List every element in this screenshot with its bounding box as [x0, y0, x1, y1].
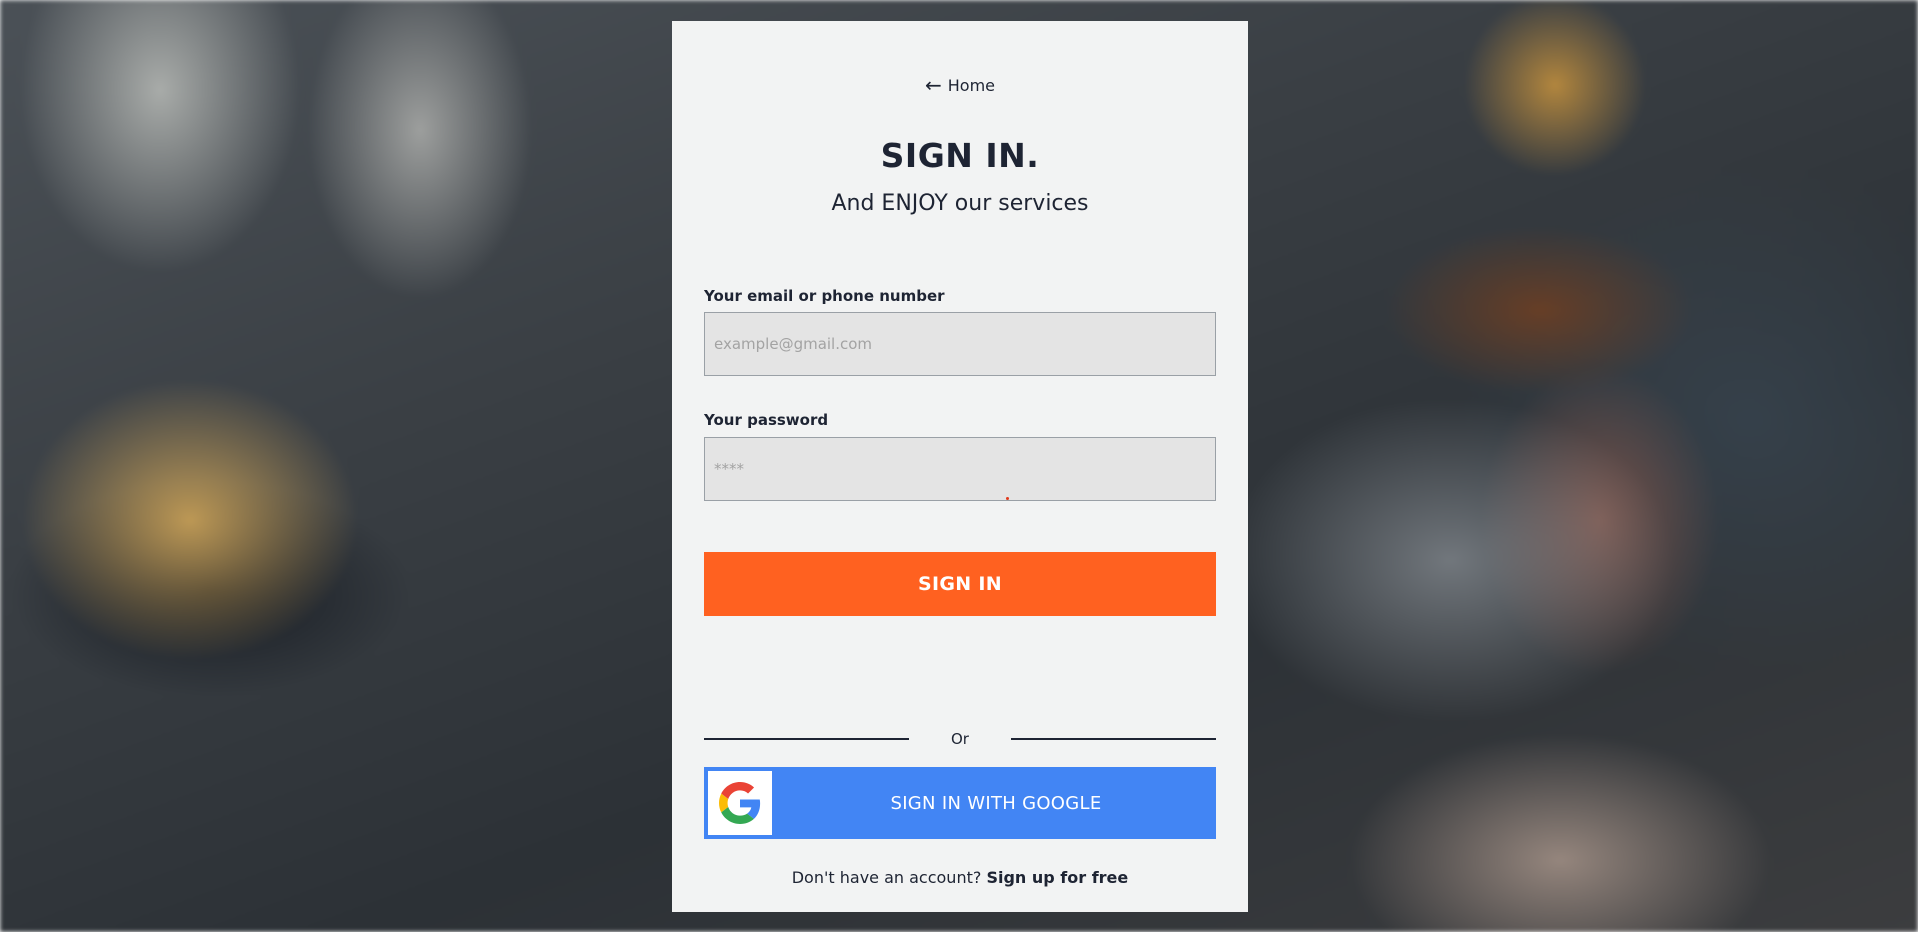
or-divider: Or [704, 729, 1216, 749]
form-error-indicator [1006, 497, 1009, 500]
sign-in-card: ← Home SIGN IN. And ENJOY our services Yo… [672, 21, 1248, 912]
password-field[interactable] [704, 437, 1216, 501]
google-sign-in-button[interactable]: SIGN IN WITH GOOGLE [704, 767, 1216, 839]
google-sign-in-label: SIGN IN WITH GOOGLE [890, 792, 1102, 814]
email-field[interactable] [704, 312, 1216, 376]
google-icon [719, 782, 761, 824]
password-label: Your password [704, 411, 829, 429]
email-label: Your email or phone number [704, 287, 945, 305]
signup-row: Don't have an account? Sign up for free [672, 867, 1248, 889]
signup-link[interactable]: Sign up for free [986, 868, 1128, 887]
google-logo-container [708, 771, 772, 835]
sign-in-button[interactable]: SIGN IN [704, 552, 1216, 616]
page-title: SIGN IN. [880, 136, 1040, 175]
arrow-left-icon: ← [924, 73, 942, 97]
home-link[interactable]: ← Home [672, 75, 1248, 97]
page-subtitle: And ENJOY our services [831, 191, 1089, 216]
signup-prompt: Don't have an account? [791, 868, 982, 887]
divider-line-right [1011, 738, 1216, 740]
home-link-label: Home [947, 76, 995, 95]
